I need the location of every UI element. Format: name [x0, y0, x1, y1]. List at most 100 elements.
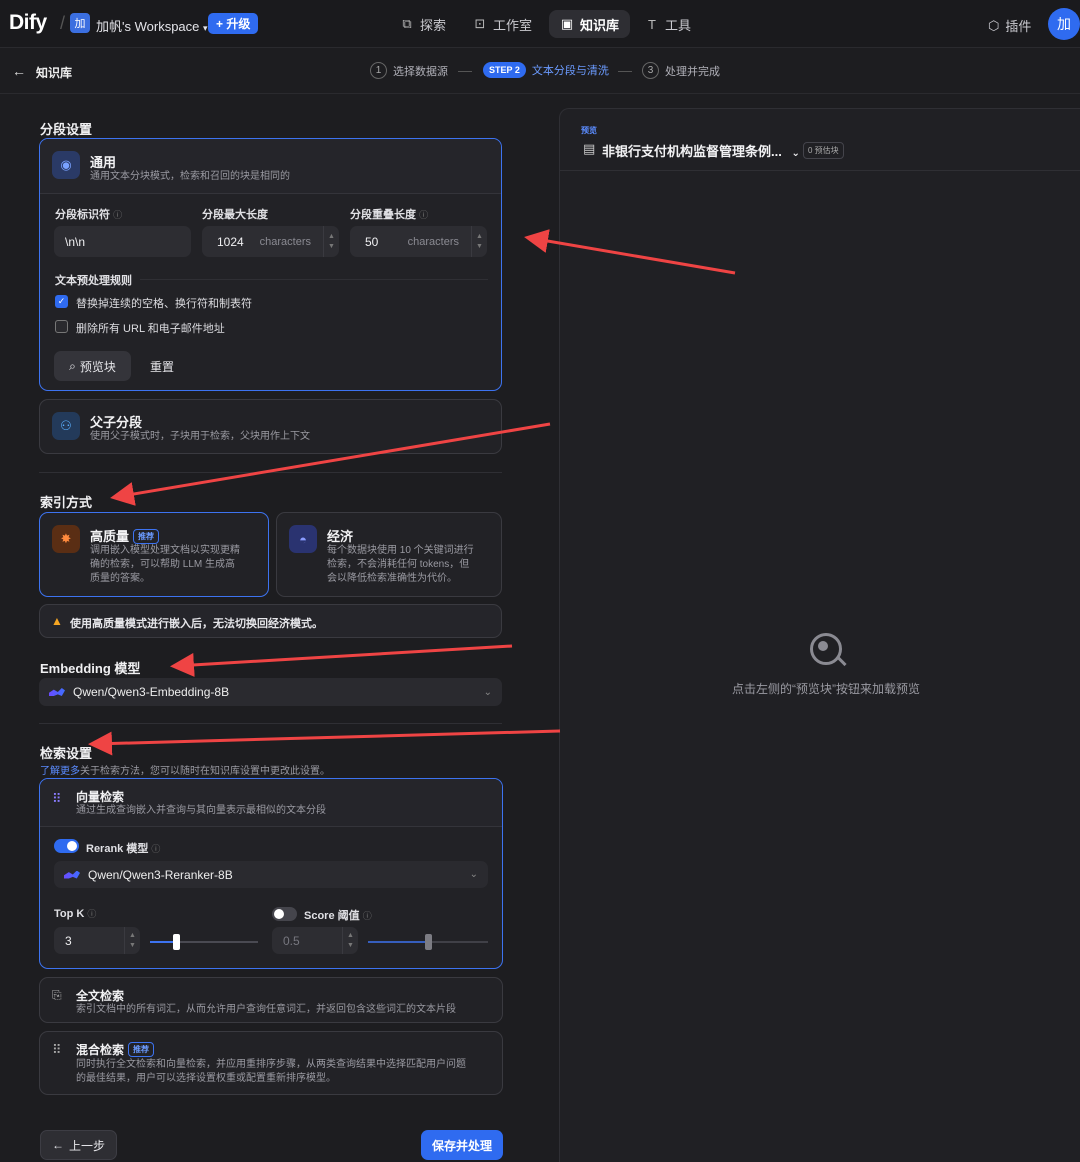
separator-label: 分段标识符 ⓘ — [55, 206, 122, 222]
parent-child-card[interactable]: ⚇ 父子分段 使用父子模式时，子块用于检索，父块用作上下文 — [39, 399, 502, 454]
hybrid-title-text: 混合检索 — [76, 1043, 125, 1057]
model-provider-icon — [49, 688, 65, 696]
number-stepper[interactable]: ▲ ▼ — [342, 927, 358, 954]
general-mode-icon: ◉ — [52, 151, 80, 179]
fulltext-search-card[interactable]: ⎘ 全文检索 索引文档中的所有词汇，从而允许用户查询任意词汇，并返回包含这些词汇… — [39, 977, 503, 1023]
chevron-down-icon[interactable]: ▼ — [328, 243, 335, 250]
warning-text: 使用高质量模式进行嵌入后，无法切换回经济模式。 — [70, 618, 323, 630]
hybrid-desc: 同时执行全文检索和向量检索，并应用重排序步骤，从两类查询结果中选择匹配用户问题 … — [76, 1058, 466, 1086]
score-threshold-label: Score 阈值 ⓘ — [304, 907, 372, 923]
overlap-input[interactable]: 50 characters ▲ ▼ — [350, 226, 487, 257]
workspace-name: 加帆's Workspace — [96, 19, 200, 34]
general-title: 通用 — [90, 155, 117, 170]
rerank-model-name: Qwen/Qwen3-Reranker-8B — [88, 867, 233, 882]
topk-label-text: Top K — [54, 908, 85, 920]
desc-line: 检索，不会消耗任何 tokens，但 — [327, 559, 470, 570]
high-quality-card[interactable]: ✸ 高质量 推荐 调用嵌入模型处理文档以实现更精 确的检索，可以帮助 LLM 生成… — [39, 512, 269, 597]
topk-slider[interactable] — [150, 934, 258, 950]
parent-child-icon: ⚇ — [52, 412, 80, 440]
hybrid-search-card[interactable]: ⠿ 混合检索 推荐 同时执行全文检索和向量检索，并应用重排序步骤，从两类查询结果中… — [39, 1031, 503, 1095]
help-icon[interactable]: ⓘ — [151, 844, 160, 854]
chevron-up-icon[interactable]: ▲ — [328, 233, 335, 240]
overlap-label: 分段重叠长度 ⓘ — [350, 206, 428, 222]
number-stepper[interactable]: ▲ ▼ — [471, 226, 487, 257]
nav-explore[interactable]: ⧉ 探索 — [389, 10, 457, 38]
index-section-title: 索引方式 — [40, 495, 93, 510]
reset-button[interactable]: 重置 — [140, 351, 184, 381]
arrow-left-icon: ← — [51, 1138, 64, 1152]
help-icon[interactable]: ⓘ — [363, 911, 372, 921]
rerank-label: Rerank 模型 ⓘ — [86, 840, 160, 856]
rule2-checkbox[interactable] — [55, 320, 68, 333]
max-length-value: 1024 — [217, 234, 244, 249]
help-icon[interactable]: ⓘ — [113, 210, 122, 220]
document-selector[interactable]: 非银行支付机构监督管理条例... ⌄ — [602, 141, 800, 160]
step-number: 1 — [370, 62, 387, 79]
fulltext-title: 全文检索 — [76, 989, 125, 1003]
back-arrow-icon[interactable]: ← — [12, 63, 26, 79]
score-label-text: Score 阈值 — [304, 910, 360, 922]
overlap-value: 50 — [365, 234, 379, 249]
general-desc: 通用文本分块模式，检索和召回的块是相同的 — [90, 171, 290, 182]
number-stepper[interactable]: ▲ ▼ — [124, 927, 140, 954]
vector-search-card[interactable]: ⠿ 向量检索 通过生成查询嵌入并查询与其向量表示最相似的文本分段 Rerank … — [39, 778, 503, 969]
workspace-badge[interactable]: 加 — [70, 13, 90, 33]
preview-button-label: 预览块 — [79, 359, 116, 374]
chevron-down-icon[interactable]: ▼ — [129, 942, 136, 949]
preview-label: 预览 — [581, 126, 597, 135]
chevron-up-icon[interactable]: ▲ — [476, 233, 483, 240]
step-1: 1 选择数据源 — [370, 62, 448, 79]
embedding-model-select[interactable]: Qwen/Qwen3-Embedding-8B ⌄ — [39, 678, 502, 706]
divider — [39, 472, 502, 473]
top-bar: Dify / 加 加帆's Workspace ▾ + 升级 ⧉ 探索 ⊡ 工作室 … — [0, 0, 1080, 48]
desc-line: 的最佳结果，用户可以选择设置权重或配置重新排序模型。 — [76, 1073, 336, 1084]
help-icon[interactable]: ⓘ — [87, 909, 96, 919]
diamond-icon: ✸ — [52, 525, 80, 553]
dify-logo[interactable]: Dify — [9, 11, 47, 35]
plus-icon: + — [216, 16, 227, 31]
slider-thumb[interactable] — [425, 934, 432, 950]
toggle-knob — [274, 909, 284, 919]
topk-input[interactable]: 3 ▲ ▼ — [54, 927, 140, 954]
score-threshold-input[interactable]: 0.5 ▲ ▼ — [272, 927, 358, 954]
retrieval-hint: 了解更多关于检索方法，您可以随时在知识库设置中更改此设置。 — [40, 762, 330, 777]
annotation-arrow — [170, 644, 513, 677]
general-chunk-card[interactable]: ◉ 通用 通用文本分块模式，检索和召回的块是相同的 分段标识符 ⓘ \n\n 分… — [39, 138, 502, 391]
step-label: 文本分段与清洗 — [531, 65, 609, 77]
step-2: STEP 2 文本分段与清洗 — [483, 62, 609, 78]
save-and-process-button[interactable]: 保存并处理 — [421, 1130, 503, 1160]
previous-label: 上一步 — [68, 1138, 105, 1153]
chevron-up-icon[interactable]: ▲ — [129, 932, 136, 939]
learn-more-link[interactable]: 了解更多 — [40, 766, 80, 777]
nav-tools[interactable]: T 工具 — [634, 10, 702, 38]
economy-card[interactable]: ◓ 经济 每个数据块使用 10 个关键词进行 检索，不会消耗任何 tokens，… — [276, 512, 502, 597]
help-icon[interactable]: ⓘ — [419, 210, 428, 220]
separator-input[interactable]: \n\n — [54, 226, 191, 257]
preview-chunks-button[interactable]: ⌕ 预览块 — [54, 351, 131, 381]
rerank-model-select[interactable]: Qwen/Qwen3-Reranker-8B ⌄ — [54, 861, 488, 888]
previous-step-button[interactable]: ← 上一步 — [40, 1130, 117, 1160]
score-threshold-toggle[interactable] — [272, 907, 297, 921]
chevron-down-icon[interactable]: ▼ — [476, 243, 483, 250]
nav-knowledge[interactable]: ▣ 知识库 — [549, 10, 631, 38]
rule1-checkbox[interactable]: ✓ — [55, 295, 68, 308]
slider-thumb[interactable] — [172, 934, 180, 950]
avatar[interactable]: 加 — [1048, 8, 1080, 40]
rerank-toggle[interactable] — [54, 839, 79, 853]
workspace-switcher[interactable]: 加帆's Workspace ▾ — [96, 16, 208, 35]
desc-line: 质量的答案。 — [90, 573, 150, 584]
upgrade-button[interactable]: + 升级 — [208, 13, 259, 34]
hybrid-title: 混合检索 推荐 — [76, 1041, 155, 1058]
separator-label-text: 分段标识符 — [55, 209, 110, 221]
recommended-badge: 推荐 — [133, 529, 160, 544]
nav-studio[interactable]: ⊡ 工作室 — [462, 10, 543, 38]
max-length-input[interactable]: 1024 characters ▲ ▼ — [202, 226, 339, 257]
plugins-button[interactable]: ⬡ 插件 — [988, 16, 1031, 35]
score-threshold-slider[interactable] — [368, 934, 488, 950]
desc-line: 确的检索，可以帮助 LLM 生成高 — [90, 559, 236, 570]
chevron-up-icon[interactable]: ▲ — [347, 932, 354, 939]
chevron-down-icon[interactable]: ▼ — [347, 942, 354, 949]
number-stepper[interactable]: ▲ ▼ — [323, 226, 339, 257]
rule2-label: 删除所有 URL 和电子邮件地址 — [76, 323, 225, 335]
robot-icon: ⊡ — [474, 16, 486, 31]
